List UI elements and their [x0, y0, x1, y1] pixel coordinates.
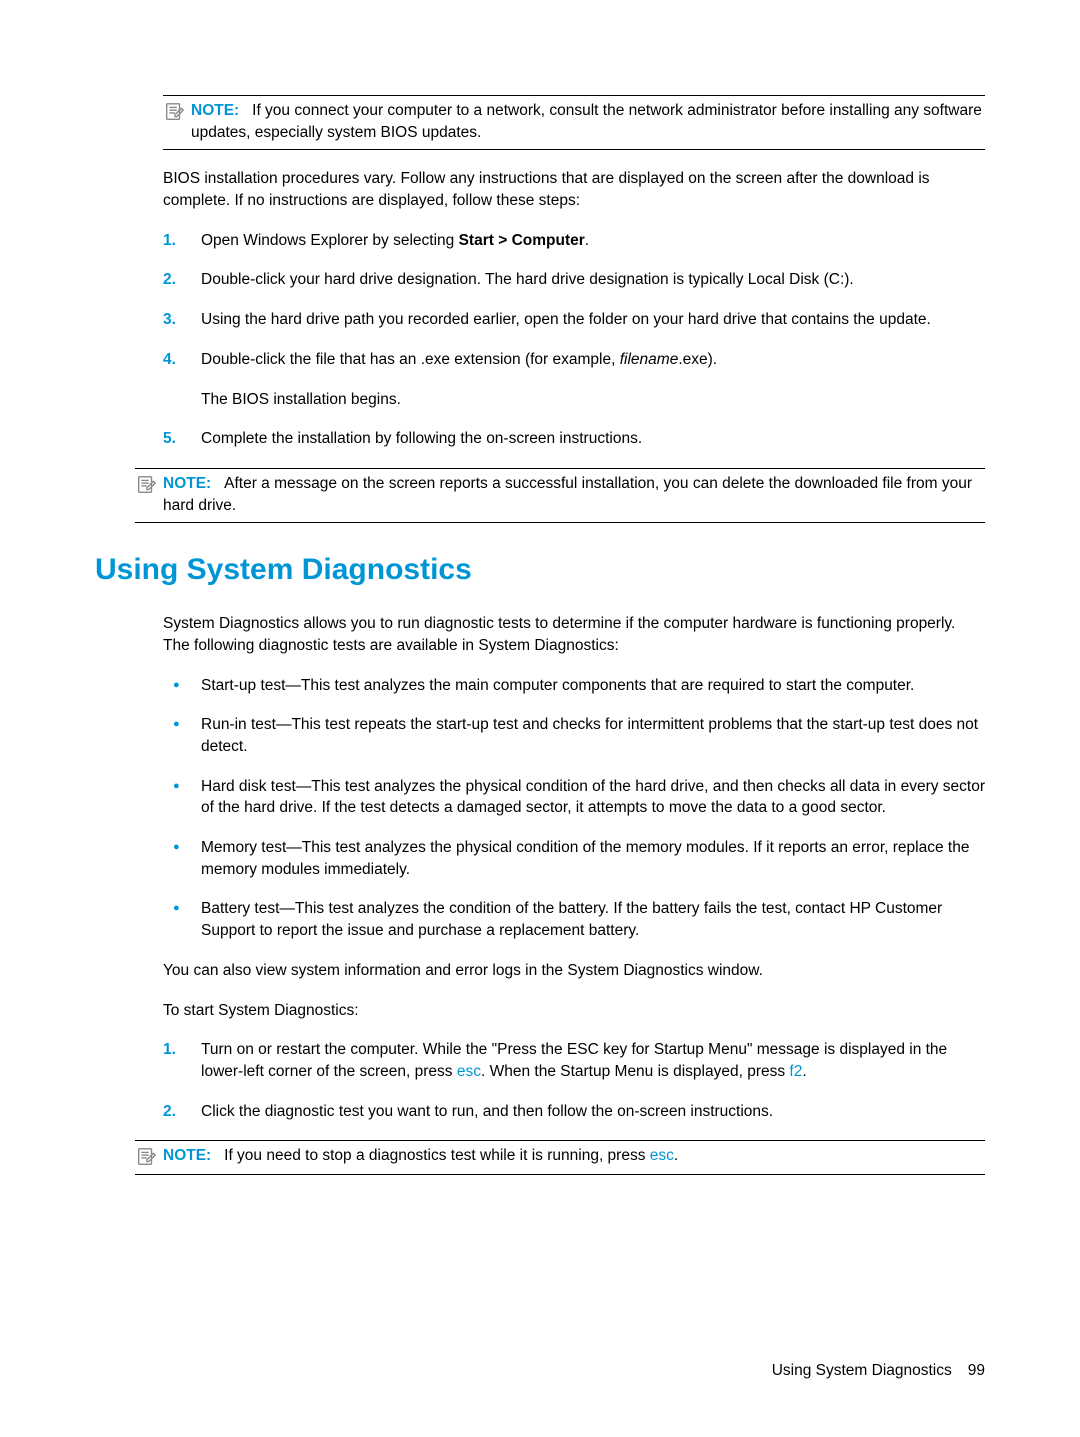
note-icon — [135, 1146, 157, 1168]
list-item: Click the diagnostic test you want to ru… — [163, 1101, 985, 1123]
note-label: NOTE: — [191, 102, 239, 119]
note-content: NOTE: After a message on the screen repo… — [163, 473, 985, 516]
paragraph: System Diagnostics allows you to run dia… — [163, 613, 985, 656]
list-item: Turn on or restart the computer. While t… — [163, 1039, 985, 1082]
note-content: NOTE: If you need to stop a diagnostics … — [163, 1145, 985, 1167]
bullet-list: Start-up test—This test analyzes the mai… — [163, 675, 985, 942]
footer-page-number: 99 — [968, 1362, 985, 1379]
paragraph: You can also view system information and… — [163, 960, 985, 982]
footer-title: Using System Diagnostics — [772, 1362, 952, 1379]
list-item: Memory test—This test analyzes the physi… — [163, 837, 985, 880]
sub-paragraph: The BIOS installation begins. — [201, 389, 985, 411]
list-item: Open Windows Explorer by selecting Start… — [163, 230, 985, 252]
note-box: NOTE: If you need to stop a diagnostics … — [135, 1140, 985, 1175]
list-item: Hard disk test—This test analyzes the ph… — [163, 776, 985, 819]
paragraph: BIOS installation procedures vary. Follo… — [163, 168, 985, 211]
ordered-list: Open Windows Explorer by selecting Start… — [163, 230, 985, 450]
list-item: Double-click your hard drive designation… — [163, 269, 985, 291]
paragraph: To start System Diagnostics: — [163, 1000, 985, 1022]
list-item: Complete the installation by following t… — [163, 428, 985, 450]
note-key: esc — [650, 1147, 674, 1164]
list-item: Run-in test—This test repeats the start-… — [163, 714, 985, 757]
section-heading: Using System Diagnostics — [95, 549, 985, 591]
page-footer: Using System Diagnostics 99 — [772, 1360, 985, 1382]
list-item: Start-up test—This test analyzes the mai… — [163, 675, 985, 697]
list-item: Battery test—This test analyzes the cond… — [163, 898, 985, 941]
note-text: After a message on the screen reports a … — [163, 475, 972, 514]
note-label: NOTE: — [163, 1147, 211, 1164]
note-text-a: If you need to stop a diagnostics test w… — [224, 1147, 650, 1164]
note-icon — [135, 474, 157, 496]
note-text-c: . — [674, 1147, 678, 1164]
note-content: NOTE: If you connect your computer to a … — [191, 100, 985, 143]
note-text: If you connect your computer to a networ… — [191, 102, 982, 141]
note-box: NOTE: After a message on the screen repo… — [135, 468, 985, 523]
note-box: NOTE: If you connect your computer to a … — [163, 95, 985, 150]
note-label: NOTE: — [163, 475, 211, 492]
list-item: Double-click the file that has an .exe e… — [163, 349, 985, 410]
list-item: Using the hard drive path you recorded e… — [163, 309, 985, 331]
ordered-list: Turn on or restart the computer. While t… — [163, 1039, 985, 1122]
note-icon — [163, 101, 185, 123]
